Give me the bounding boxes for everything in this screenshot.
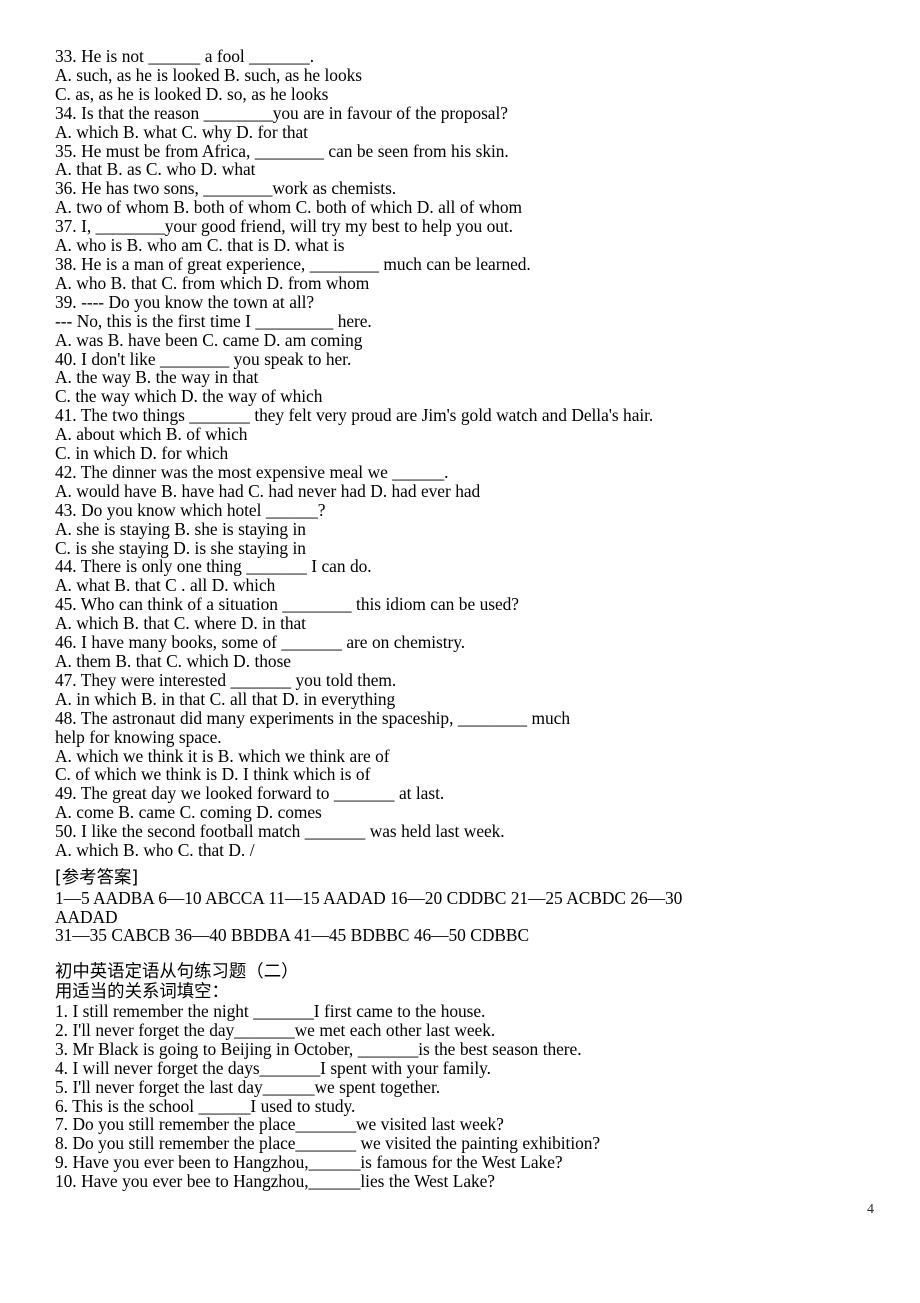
answer-key-heading: [参考答案] <box>55 868 139 888</box>
mc-line: --- No, this is the first time I _______… <box>55 310 372 331</box>
exercise-two-items: 1. I still remember the night _______I f… <box>55 1002 895 1191</box>
exercise-item: 9. Have you ever been to Hangzhou,______… <box>55 1152 563 1173</box>
mc-line: A. two of whom B. both of whom C. both o… <box>55 197 523 218</box>
mc-line: 40. I don't like ________ you speak to h… <box>55 348 352 369</box>
exercise-item: 6. This is the school ______I used to st… <box>55 1095 356 1116</box>
mc-line: A. which we think it is B. which we thin… <box>55 745 390 766</box>
mc-line: A. which B. what C. why D. for that <box>55 121 308 142</box>
exercise-two-instruction: 用适当的关系词填空： <box>55 981 229 1002</box>
mc-line: 38. He is a man of great experience, ___… <box>55 253 531 274</box>
multiple-choice-section: 33. He is not ______ a fool _______. A. … <box>55 47 885 860</box>
mc-line: 48. The astronaut did many experiments i… <box>55 707 570 728</box>
mc-line: A. about which B. of which <box>55 424 248 445</box>
mc-line: 37. I, ________your good friend, will tr… <box>55 216 513 237</box>
mc-line: A. was B. have been C. came D. am coming <box>55 329 363 350</box>
mc-line: C. the way which D. the way of which <box>55 386 323 407</box>
mc-line: help for knowing space. <box>55 726 222 747</box>
mc-line: C. as, as he is looked D. so, as he look… <box>55 83 329 104</box>
exercise-two-title: 初中英语定语从句练习题（二） <box>55 962 299 982</box>
answer-key-line: AADAD <box>55 906 118 927</box>
mc-line: C. of which we think is D. I think which… <box>55 764 371 785</box>
mc-line: 47. They were interested _______ you tol… <box>55 669 397 690</box>
exercise-item: 10. Have you ever bee to Hangzhou,______… <box>55 1171 495 1192</box>
exercise-item: 2. I'll never forget the day_______we me… <box>55 1019 496 1040</box>
mc-line: A. the way B. the way in that <box>55 367 259 388</box>
answer-key-section: [参考答案] 1—5 AADBA 6—10 ABCCA 11—15 AADAD … <box>55 868 885 946</box>
mc-line: A. such, as he is looked B. such, as he … <box>55 64 362 85</box>
mc-line: 33. He is not ______ a fool _______. <box>55 46 314 66</box>
mc-line: 34. Is that the reason ________you are i… <box>55 102 508 123</box>
mc-line: A. who is B. who am C. that is D. what i… <box>55 235 345 256</box>
exercise-item: 4. I will never forget the days_______I … <box>55 1057 491 1078</box>
exercise-item: 8. Do you still remember the place______… <box>55 1133 601 1154</box>
mc-line: 43. Do you know which hotel ______? <box>55 499 326 520</box>
mc-line: C. in which D. for which <box>55 443 229 464</box>
exercise-item: 1. I still remember the night _______I f… <box>55 1001 486 1021</box>
mc-line: 41. The two things _______ they felt ver… <box>55 405 654 426</box>
mc-line: A. who B. that C. from which D. from who… <box>55 272 370 293</box>
mc-line: 50. I like the second football match ___… <box>55 821 505 842</box>
mc-line: 46. I have many books, some of _______ a… <box>55 632 466 653</box>
exercise-item: 5. I'll never forget the last day______w… <box>55 1076 441 1097</box>
exercise-item: 3. Mr Black is going to Beijing in Octob… <box>55 1038 582 1059</box>
mc-line: A. would have B. have had C. had never h… <box>55 480 481 501</box>
mc-line: 44. There is only one thing _______ I ca… <box>55 556 372 577</box>
exercise-two-header: 初中英语定语从句练习题（二） 用适当的关系词填空： <box>55 962 885 1002</box>
mc-line: A. come B. came C. coming D. comes <box>55 802 322 823</box>
answer-key-line: 31—35 CABCB 36—40 BBDBA 41—45 BDBBC 46—5… <box>55 925 529 946</box>
mc-line: C. is she staying D. is she staying in <box>55 537 306 558</box>
page-number: 4 <box>867 1202 874 1217</box>
mc-line: 42. The dinner was the most expensive me… <box>55 461 449 482</box>
mc-line: A. in which B. in that C. all that D. in… <box>55 688 396 709</box>
mc-line: A. what B. that C . all D. which <box>55 575 276 596</box>
mc-line: A. which B. who C. that D. / <box>55 840 255 861</box>
document-page: 33. He is not ______ a fool _______. A. … <box>0 0 920 1303</box>
mc-line: 35. He must be from Africa, ________ can… <box>55 140 509 161</box>
mc-line: A. which B. that C. where D. in that <box>55 613 306 634</box>
mc-line: A. that B. as C. who D. what <box>55 159 256 180</box>
mc-line: 49. The great day we looked forward to _… <box>55 783 445 804</box>
mc-line: 45. Who can think of a situation _______… <box>55 594 519 615</box>
mc-line: 36. He has two sons, ________work as che… <box>55 178 397 199</box>
mc-line: A. she is staying B. she is staying in <box>55 518 306 539</box>
exercise-item: 7. Do you still remember the place______… <box>55 1114 504 1135</box>
mc-line: 39. ---- Do you know the town at all? <box>55 291 315 312</box>
answer-key-line: 1—5 AADBA 6—10 ABCCA 11—15 AADAD 16—20 C… <box>55 887 683 908</box>
mc-line: A. them B. that C. which D. those <box>55 651 291 671</box>
